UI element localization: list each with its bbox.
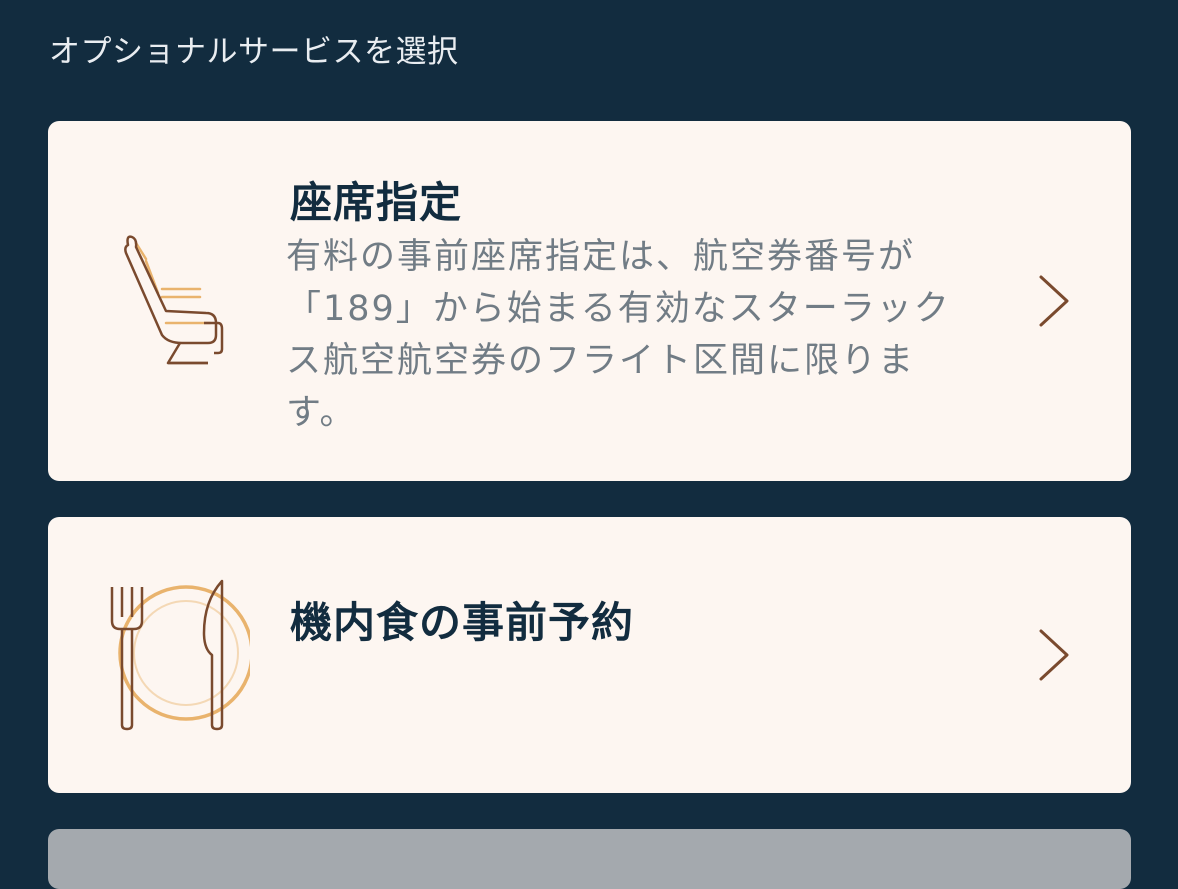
seat-icon — [124, 235, 224, 365]
next-service-card[interactable] — [48, 829, 1131, 889]
meal-icon — [110, 579, 250, 731]
section-title: オプショナルサービスを選択 — [49, 34, 459, 70]
chevron-right-icon — [1039, 275, 1069, 327]
chevron-right-icon — [1039, 629, 1069, 681]
seat-selection-description: 有料の事前座席指定は、航空券番号が「189」から始まる有効なスターラックス航空航… — [286, 237, 951, 433]
seat-selection-title: 座席指定 — [290, 178, 463, 227]
meal-preorder-card[interactable]: 機内食の事前予約 — [48, 517, 1131, 793]
seat-selection-card[interactable]: 座席指定 有料の事前座席指定は、航空券番号が「189」から始まる有効なスターラッ… — [48, 121, 1131, 481]
meal-preorder-title: 機内食の事前予約 — [290, 598, 635, 647]
